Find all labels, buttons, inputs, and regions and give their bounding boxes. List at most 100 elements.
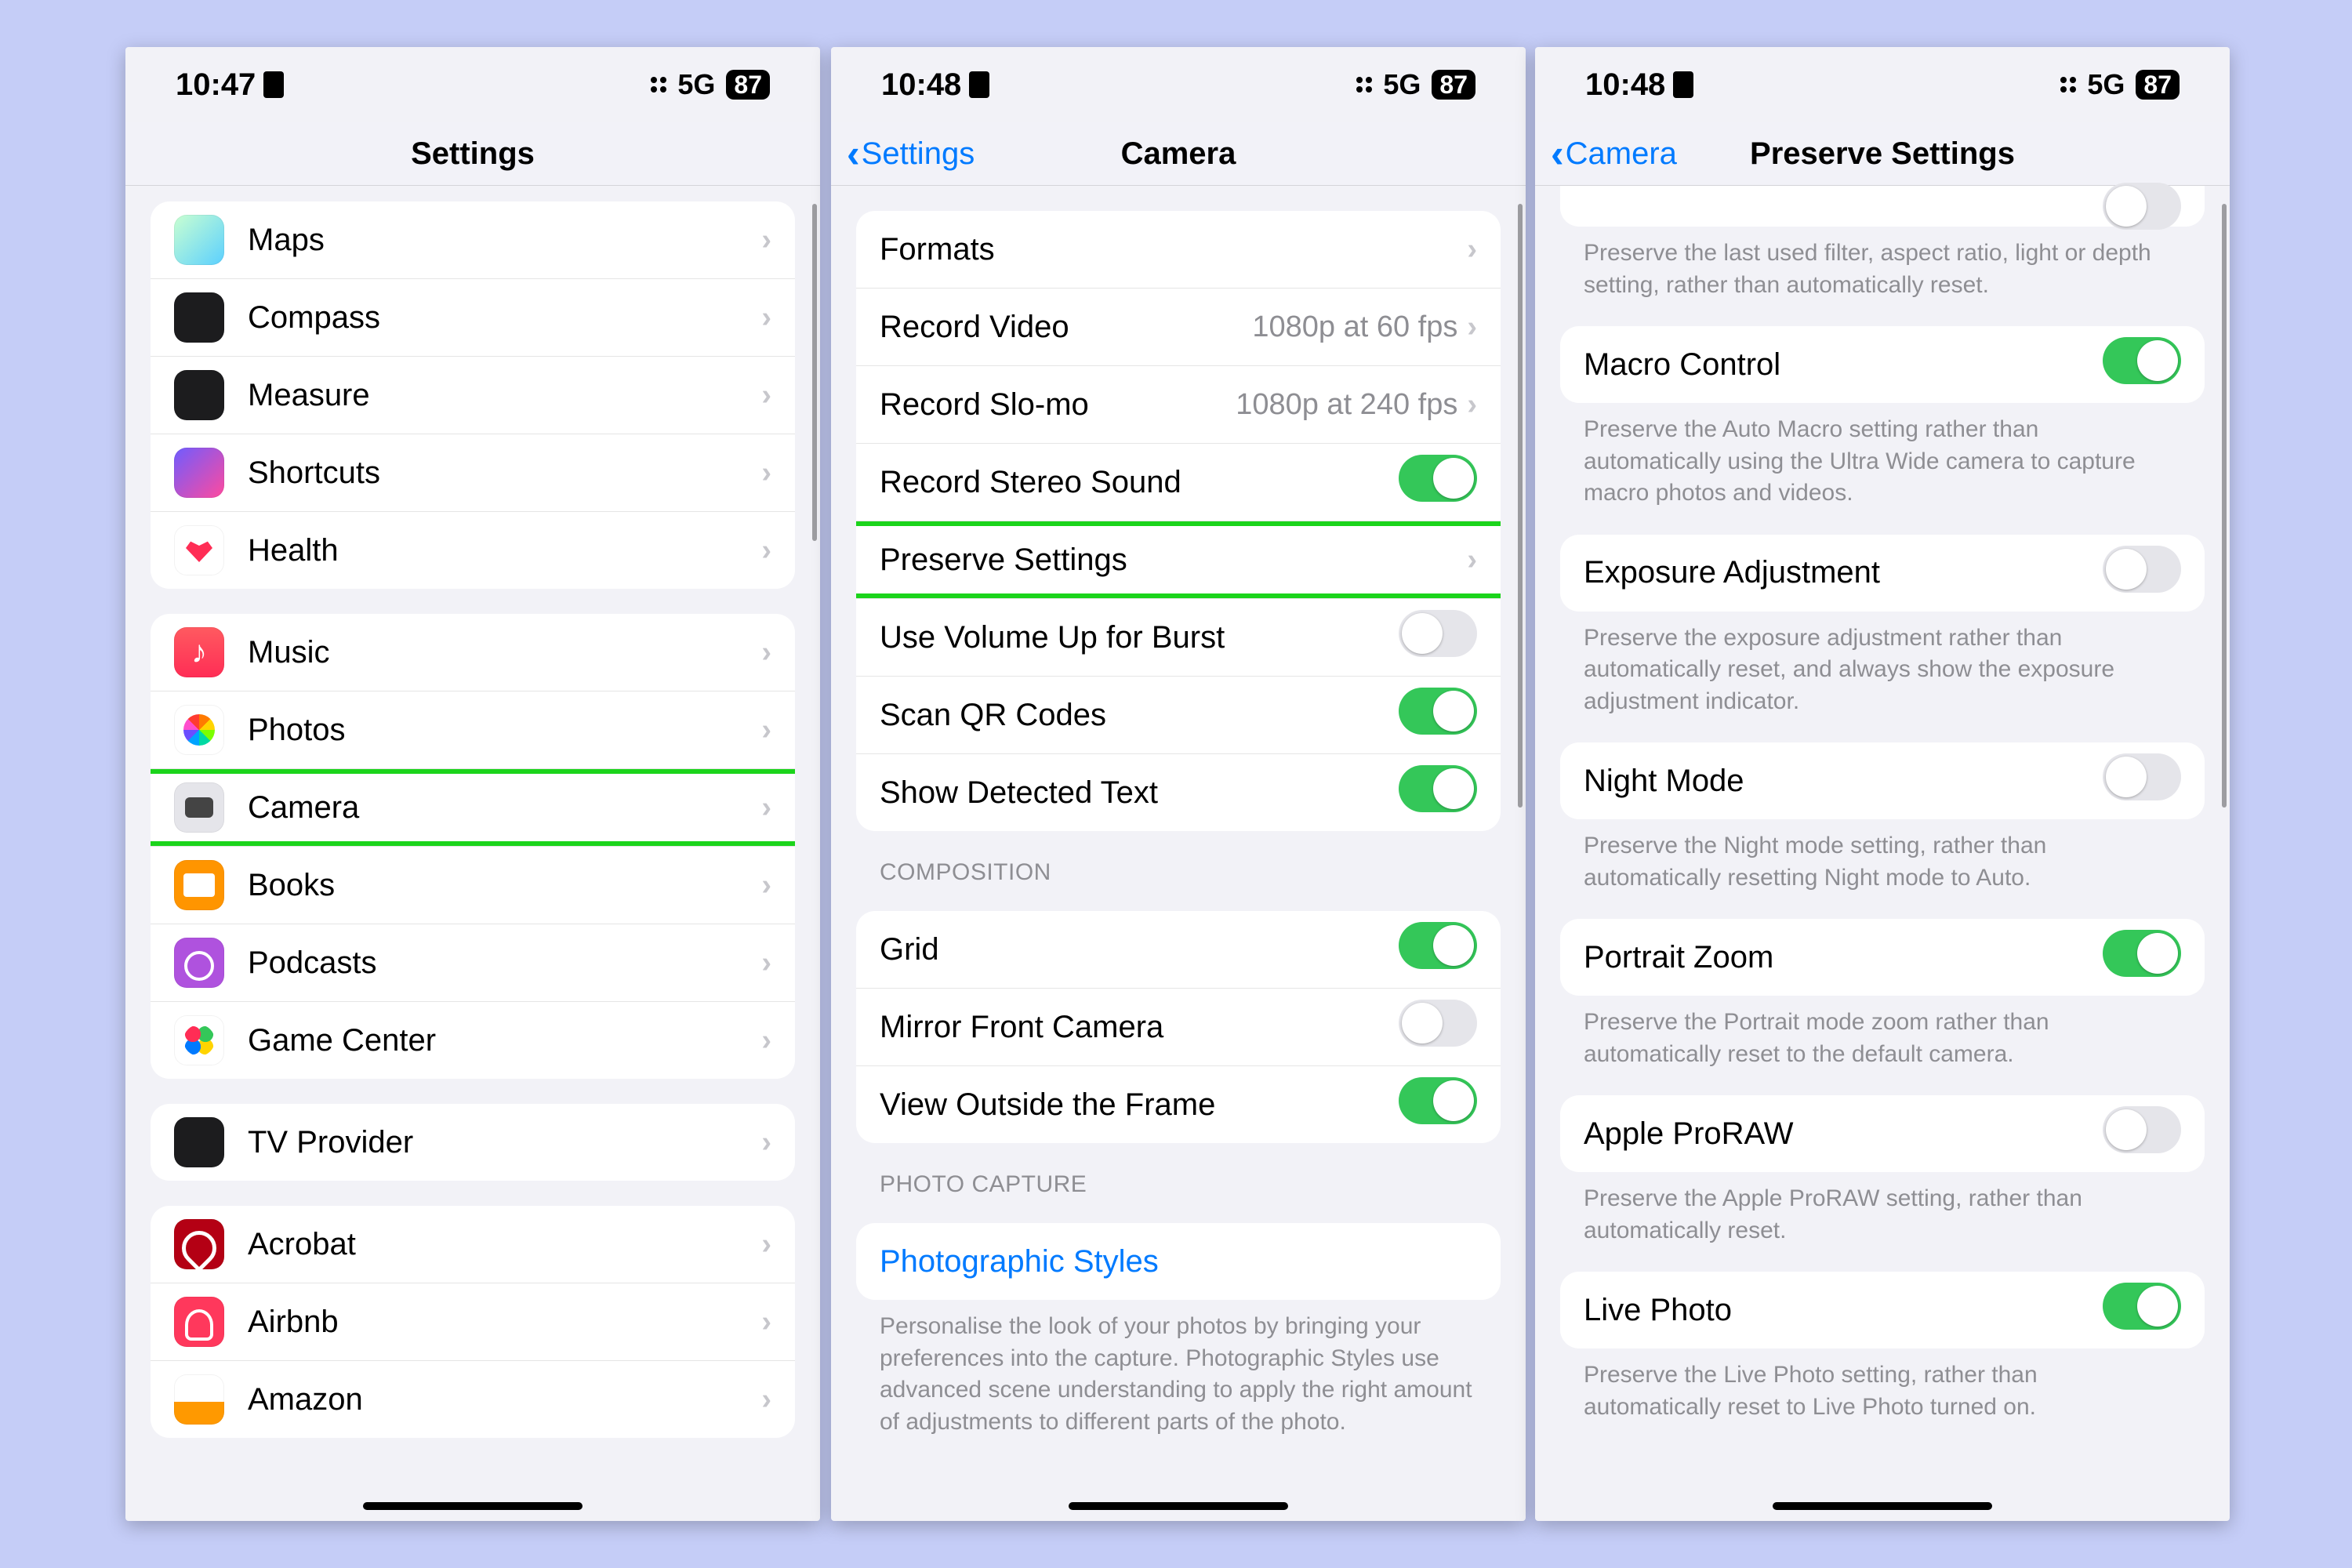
record-video-row[interactable]: Record Video1080p at 60 fps› [856,289,1501,366]
chevron-right-icon: › [761,1383,771,1417]
mirror-front-toggle[interactable] [1399,1000,1477,1047]
night-mode-toggle[interactable] [2103,753,2181,800]
row-label: Apple ProRAW [1584,1116,2103,1152]
camera-icon [174,782,224,833]
chevron-right-icon: › [761,379,771,412]
clock: 10:47 [176,67,256,103]
chevron-right-icon: › [1467,388,1477,422]
live-photo-toggle[interactable] [2103,1283,2181,1330]
grid-toggle[interactable] [1399,922,1477,969]
record-stereo-toggle[interactable] [1399,455,1477,502]
screenshot-preserve-settings: 10:48 5G 87 ‹ Camera Preserve Settings P… [1535,47,2230,1521]
scan-qr-toggle[interactable] [1399,688,1477,735]
live-photo-row[interactable]: Live Photo [1560,1272,2205,1348]
row-label: View Outside the Frame [880,1087,1399,1123]
macro-control-footer: Preserve the Auto Macro setting rather t… [1584,414,2181,510]
mirror-front-row[interactable]: Mirror Front Camera [856,989,1501,1066]
volume-burst-row[interactable]: Use Volume Up for Burst [856,599,1501,677]
row-label: Podcasts [248,946,761,981]
section-header-photo-capture: Photo Capture [880,1171,1477,1198]
portrait-zoom-footer: Preserve the Portrait mode zoom rather t… [1584,1007,2181,1070]
macro-control-toggle[interactable] [2103,337,2181,384]
volume-burst-toggle[interactable] [1399,610,1477,657]
network-label: 5G [2087,68,2125,101]
row-label: Record Video [880,310,1252,345]
settings-row-compass[interactable]: Compass› [151,279,795,357]
detected-text-toggle[interactable] [1399,765,1477,812]
settings-row-game-center[interactable]: Game Center› [151,1002,795,1079]
chevron-left-icon: ‹ [1551,134,1564,173]
portrait-zoom-row[interactable]: Portrait Zoom [1560,919,2205,996]
row-detail: 1080p at 240 fps [1236,388,1457,422]
night-mode-row[interactable]: Night Mode [1560,742,2205,819]
settings-row-acrobat[interactable]: Acrobat› [151,1206,795,1283]
maps-icon [174,215,224,265]
amazon-icon [174,1374,224,1425]
home-indicator [363,1502,583,1510]
settings-row-airbnb[interactable]: Airbnb› [151,1283,795,1361]
settings-row-amazon[interactable]: Amazon› [151,1361,795,1438]
previous-setting-toggle[interactable] [2103,183,2181,230]
row-label: Night Mode [1584,764,2103,799]
clock: 10:48 [881,67,961,103]
chevron-right-icon: › [761,713,771,747]
row-detail: 1080p at 60 fps [1252,310,1457,344]
apple-proraw-row[interactable]: Apple ProRAW [1560,1095,2205,1172]
settings-row-shortcuts[interactable]: Shortcuts› [151,434,795,512]
macro-control-row[interactable]: Macro Control [1560,326,2205,403]
row-label: Amazon [248,1382,761,1417]
photos-icon [174,705,224,755]
preserve-settings-row[interactable]: Preserve Settings› [856,521,1501,599]
detected-text-row[interactable]: Show Detected Text [856,754,1501,831]
back-button[interactable]: ‹ Settings [847,122,975,185]
scan-qr-row[interactable]: Scan QR Codes [856,677,1501,754]
chevron-right-icon: › [761,1228,771,1261]
formats-row[interactable]: Formats› [856,211,1501,289]
chevron-right-icon: › [761,636,771,670]
network-label: 5G [1383,68,1421,101]
record-stereo-row[interactable]: Record Stereo Sound [856,444,1501,521]
portrait-zoom-toggle[interactable] [2103,930,2181,977]
view-outside-frame-toggle[interactable] [1399,1077,1477,1124]
exposure-adjustment-row[interactable]: Exposure Adjustment [1560,535,2205,612]
settings-row-books[interactable]: Books› [151,847,795,924]
exposure-adjustment-toggle[interactable] [2103,546,2181,593]
settings-row-health[interactable]: Health› [151,512,795,589]
row-label: TV Provider [248,1125,761,1160]
exposure-adjustment-footer: Preserve the exposure adjustment rather … [1584,622,2181,718]
record-slomo-row[interactable]: Record Slo-mo1080p at 240 fps› [856,366,1501,444]
music-icon [174,627,224,677]
row-label: Show Detected Text [880,775,1399,811]
row-label: Photographic Styles [880,1244,1477,1279]
sim-icon [263,71,284,98]
sim-icon [1673,71,1693,98]
section-footer-photographic-styles: Personalise the look of your photos by b… [880,1311,1477,1438]
page-title: Camera [1121,136,1236,172]
row-label: Compass [248,300,761,336]
settings-row-photos[interactable]: Photos› [151,691,795,769]
settings-row-podcasts[interactable]: Podcasts› [151,924,795,1002]
books-icon [174,860,224,910]
scroll-indicator [812,204,817,541]
grid-row[interactable]: Grid [856,911,1501,989]
row-label: Airbnb [248,1305,761,1340]
row-label: Music [248,635,761,670]
settings-row-measure[interactable]: Measure› [151,357,795,434]
back-button[interactable]: ‹ Camera [1551,122,1677,185]
signal-icon [2060,77,2076,93]
signal-icon [1356,77,1372,93]
back-label: Settings [862,136,975,172]
photographic-styles-row[interactable]: Photographic Styles [856,1223,1501,1300]
row-label: Books [248,868,761,903]
row-label: Macro Control [1584,347,2103,383]
settings-row-music[interactable]: Music› [151,614,795,691]
measure-icon [174,370,224,420]
view-outside-frame-row[interactable]: View Outside the Frame [856,1066,1501,1143]
chevron-right-icon: › [761,791,771,825]
chevron-left-icon: ‹ [847,134,860,173]
settings-row-tv-provider[interactable]: TV Provider› [151,1104,795,1181]
settings-row-maps[interactable]: Maps› [151,201,795,279]
page-title: Preserve Settings [1750,136,2015,172]
settings-row-camera[interactable]: Camera› [151,769,795,847]
apple-proraw-toggle[interactable] [2103,1106,2181,1153]
